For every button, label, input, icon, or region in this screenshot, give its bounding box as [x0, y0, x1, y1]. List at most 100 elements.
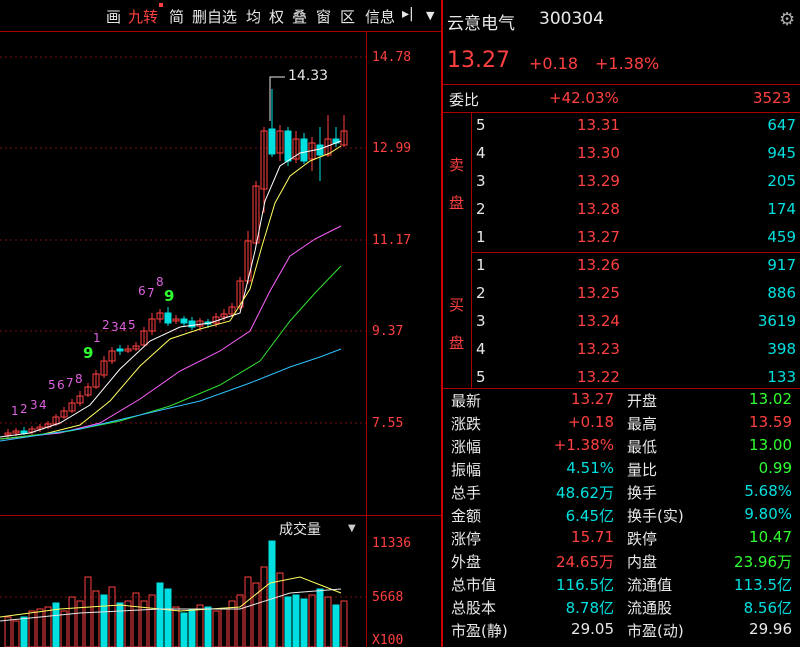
volume-bar [92, 590, 100, 647]
volume-bar [164, 588, 172, 647]
nine-turn-mark: 8 [75, 372, 83, 386]
price-chart[interactable] [0, 31, 441, 515]
volume-bar [188, 608, 196, 647]
toolbar-nine-turn[interactable]: 九转 [128, 6, 158, 27]
stat-value: 13.02 [749, 390, 792, 408]
volume-bar [108, 586, 116, 647]
toolbar-draw[interactable]: 画 [106, 6, 121, 27]
toolbar-range[interactable]: 区 [340, 6, 355, 27]
volume-bar [340, 600, 348, 647]
nine-turn-mark: 7 [66, 376, 74, 390]
high-price-annotation: 14.33 [288, 68, 329, 84]
stat-value: 8.78亿 [565, 599, 614, 617]
nine-turn-nine-mark: 9 [164, 287, 175, 305]
price-axis-label: 9.37 [372, 324, 404, 339]
order-level: 4 [476, 340, 486, 358]
volume-bar [300, 598, 308, 647]
stat-label: 市盈(动) [627, 622, 684, 640]
volume-bar [292, 594, 300, 647]
order-level: 3 [476, 312, 486, 330]
volume-dropdown-icon[interactable]: ▼ [348, 523, 356, 534]
orderbook-divider [471, 112, 472, 388]
order-price: 13.22 [577, 368, 620, 386]
stat-label: 量比 [627, 461, 658, 479]
nine-turn-mark: 1 [11, 404, 19, 418]
toolbar-window[interactable]: 窗 [316, 6, 331, 27]
volume-bar [276, 572, 284, 647]
weibi-diff: 3523 [753, 89, 792, 107]
nine-turn-mark: 2 [20, 402, 28, 416]
stat-value: 8.56亿 [743, 599, 792, 617]
stat-value: 23.96万 [734, 553, 792, 571]
toolbar-overlay[interactable]: 叠 [292, 6, 307, 27]
order-level: 2 [476, 284, 486, 302]
stock-name: 云意电气 [447, 14, 515, 34]
volume-bar [332, 604, 340, 647]
nine-turn-dot [159, 3, 163, 7]
volume-bar [44, 606, 52, 647]
candle-body [316, 144, 324, 156]
nine-turn-mark: 6 [57, 378, 65, 392]
ma20-line [0, 225, 342, 440]
chart-toolbar: 画 九转 简 删自选 均 权 叠 窗 区 信息 ▸| ▼ [0, 0, 441, 31]
volume-bar [20, 616, 28, 647]
nine-turn-mark: 7 [147, 286, 155, 300]
volume-bar [132, 592, 140, 647]
nine-turn-mark: 8 [156, 275, 164, 289]
order-level: 2 [476, 200, 486, 218]
stat-label: 涨停 [451, 530, 482, 548]
volume-bar [36, 608, 44, 647]
orderbook-mid-divider [471, 252, 800, 253]
stat-label: 换手(实) [627, 507, 684, 525]
weibi-label: 委比 [449, 91, 480, 109]
toolbar-rights[interactable]: 权 [269, 6, 284, 27]
volume-bar [268, 540, 276, 647]
stat-value: 9.80% [744, 505, 792, 523]
nine-turn-mark: 1 [93, 331, 101, 345]
toolbar-dropdown-icon[interactable]: ▼ [426, 9, 434, 22]
toolbar-arrow-icon[interactable]: ▸| [402, 6, 414, 22]
volume-bar [284, 596, 292, 647]
weibi-value: +42.03% [549, 89, 619, 107]
candle-body [116, 348, 124, 352]
stat-label: 流通值 [627, 576, 673, 594]
toolbar-delete-watchlist[interactable]: 删自选 [192, 6, 237, 27]
order-volume: 945 [767, 144, 796, 162]
divider [443, 112, 800, 113]
stat-label: 总手 [451, 484, 482, 502]
price-axis-label: 14.78 [372, 50, 412, 65]
price-change-pct: +1.38% [595, 54, 660, 73]
volume-bar [244, 576, 252, 647]
candle-body [300, 138, 308, 162]
stat-value: 10.47 [749, 528, 792, 546]
toolbar-average[interactable]: 均 [246, 6, 261, 27]
sell-side-label: 卖 [449, 156, 465, 174]
stat-value: 13.27 [571, 390, 614, 408]
order-volume: 647 [767, 116, 796, 134]
nine-turn-mark: 4 [39, 398, 47, 412]
toolbar-simple[interactable]: 简 [169, 6, 184, 27]
volume-bar [220, 608, 228, 647]
nine-turn-mark: 6 [138, 284, 146, 298]
volume-bar [12, 620, 20, 647]
kline-chart-panel[interactable]: 画 九转 简 删自选 均 权 叠 窗 区 信息 ▸| ▼ 14.78 12.99… [0, 0, 441, 647]
nine-turn-mark: 3 [111, 320, 119, 334]
order-volume: 205 [767, 172, 796, 190]
order-volume: 917 [767, 256, 796, 274]
order-volume: 174 [767, 200, 796, 218]
order-volume: 886 [767, 284, 796, 302]
toolbar-info[interactable]: 信息 [365, 6, 395, 27]
candle-body [180, 318, 188, 324]
stat-value: 4.51% [566, 459, 614, 477]
stat-label: 最新 [451, 392, 482, 410]
order-volume: 3619 [757, 312, 796, 330]
volume-indicator-label[interactable]: 成交量 [279, 519, 321, 539]
volume-bar [100, 594, 108, 647]
settings-gear-icon[interactable]: ⚙ [779, 9, 795, 30]
order-level: 1 [476, 256, 486, 274]
buy-side-label: 盘 [449, 334, 465, 352]
order-price: 13.28 [577, 200, 620, 218]
candle-body [284, 130, 292, 162]
order-price: 13.23 [577, 340, 620, 358]
nine-turn-mark: 5 [128, 318, 136, 332]
